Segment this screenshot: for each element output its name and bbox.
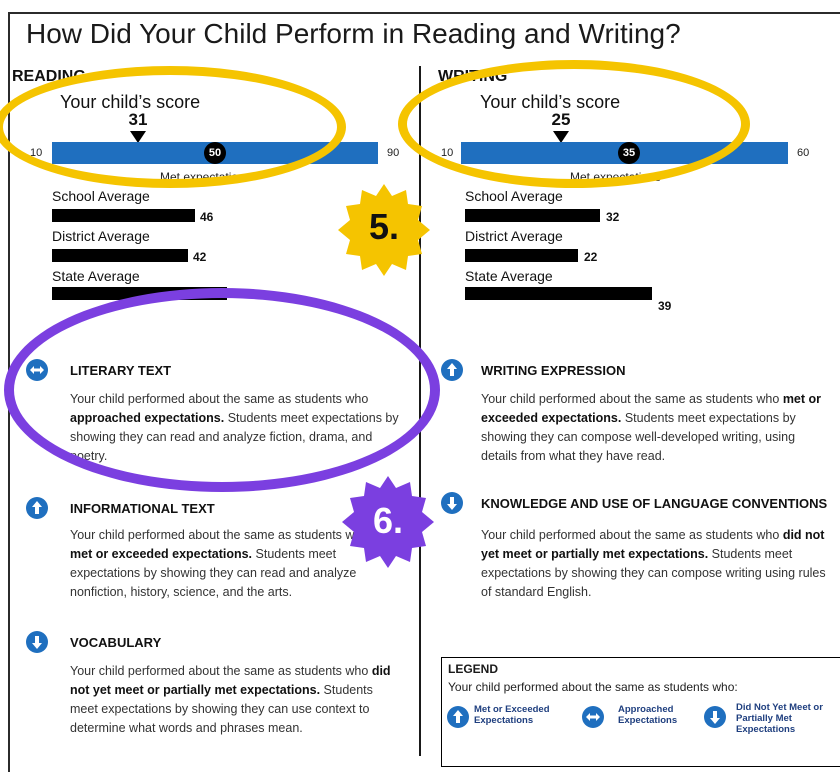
callout-five-label: 5. bbox=[368, 206, 400, 247]
down-arrow-icon bbox=[704, 706, 726, 728]
language-conventions-description: Your child performed about the same as s… bbox=[481, 528, 826, 599]
vocabulary-title: VOCABULARY bbox=[70, 635, 162, 650]
up-arrow-icon bbox=[26, 497, 48, 519]
writing-district-avg-bar bbox=[465, 249, 578, 262]
literary-text-description: Your child performed about the same as s… bbox=[70, 392, 399, 463]
reading-heading: READING bbox=[12, 68, 86, 85]
up-arrow-icon bbox=[447, 706, 469, 728]
vocabulary-description: Your child performed about the same as s… bbox=[70, 664, 391, 735]
writing-score-value: 25 bbox=[551, 110, 571, 129]
informational-text-title: INFORMATIONAL TEXT bbox=[70, 501, 215, 516]
column-divider bbox=[419, 66, 421, 756]
writing-district-avg-label: District Average bbox=[465, 228, 563, 244]
reading-district-avg-label: District Average bbox=[52, 228, 150, 244]
up-arrow-icon bbox=[441, 359, 463, 381]
legend-approached-label: Approached Expectations bbox=[618, 704, 678, 726]
down-arrow-icon bbox=[26, 631, 48, 653]
reading-state-avg-bar bbox=[52, 287, 227, 300]
writing-school-avg-bar bbox=[465, 209, 600, 222]
two-way-arrow-icon bbox=[26, 359, 48, 381]
legend-description: Your child performed about the same as s… bbox=[448, 680, 738, 694]
reading-state-avg-label: State Average bbox=[52, 268, 140, 284]
writing-heading: WRITING bbox=[438, 68, 508, 85]
writing-bar-min: 10 bbox=[441, 147, 454, 159]
writing-state-avg-value: 39 bbox=[658, 299, 672, 313]
down-arrow-icon bbox=[441, 492, 463, 514]
two-way-arrow-icon bbox=[582, 706, 604, 728]
writing-expression-title: WRITING EXPRESSION bbox=[481, 363, 626, 378]
reading-school-avg-bar bbox=[52, 209, 195, 222]
writing-expression-description: Your child performed about the same as s… bbox=[481, 392, 822, 463]
legend-met-label: Met or Exceeded Expectations bbox=[474, 704, 550, 726]
legend-title: LEGEND bbox=[448, 662, 499, 676]
writing-school-avg-value: 32 bbox=[606, 210, 620, 224]
reading-met-marker: 50 bbox=[204, 142, 226, 164]
writing-state-avg-label: State Average bbox=[465, 268, 553, 284]
reading-school-avg-value: 46 bbox=[200, 210, 214, 224]
writing-district-avg-value: 22 bbox=[584, 250, 598, 264]
reading-bar-max: 90 bbox=[387, 147, 400, 159]
writing-state-avg-bar bbox=[465, 287, 652, 300]
writing-met-label: Met expectations bbox=[570, 170, 661, 184]
language-conventions-title: KNOWLEDGE AND USE OF LANGUAGE CONVENTION… bbox=[481, 496, 828, 511]
callout-six-label: 6. bbox=[372, 500, 404, 541]
reading-met-label: Met expectations bbox=[160, 170, 251, 184]
writing-school-avg-label: School Average bbox=[465, 188, 563, 204]
reading-school-avg-label: School Average bbox=[52, 188, 150, 204]
writing-met-marker: 35 bbox=[618, 142, 640, 164]
reading-district-avg-value: 42 bbox=[193, 250, 207, 264]
legend-not-met-label: Did Not Yet Meet or Partially Met Expect… bbox=[736, 702, 823, 735]
page-title: How Did Your Child Perform in Reading an… bbox=[26, 18, 681, 49]
literary-text-title: LITERARY TEXT bbox=[70, 363, 172, 378]
writing-bar-max: 60 bbox=[797, 147, 810, 159]
reading-bar-min: 10 bbox=[30, 147, 43, 159]
reading-district-avg-bar bbox=[52, 249, 188, 262]
reading-score-value: 31 bbox=[128, 110, 148, 129]
